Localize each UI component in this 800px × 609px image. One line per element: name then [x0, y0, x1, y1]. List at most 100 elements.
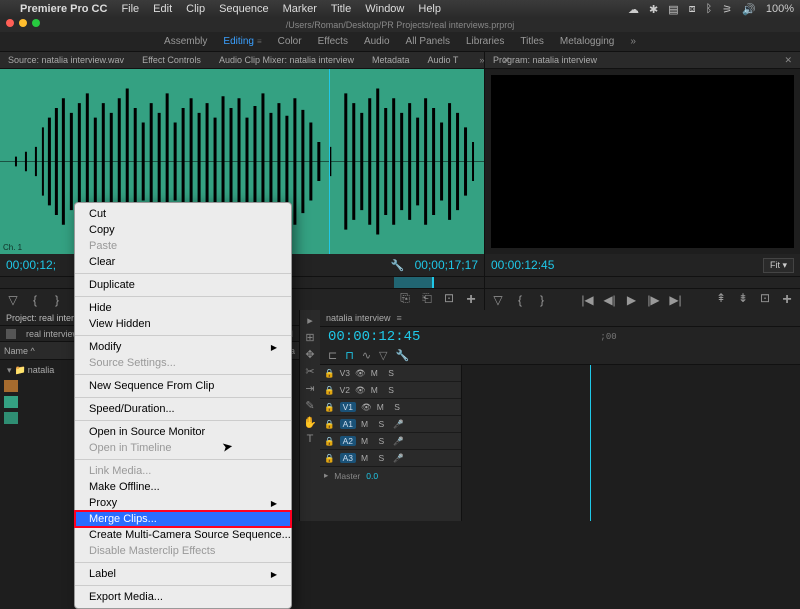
tab-source[interactable]: Source: natalia interview.wav — [8, 55, 124, 65]
timeline-timecode[interactable]: 00:00:12:45 — [328, 329, 420, 345]
menu-help[interactable]: Help — [418, 3, 441, 15]
sequence-tab[interactable]: natalia interview — [326, 313, 391, 323]
ctx-open-in-source-monitor[interactable]: Open in Source Monitor — [75, 424, 291, 440]
selection-tool-icon[interactable]: ▸ — [307, 314, 313, 327]
bluetooth-icon[interactable]: ᛒ — [706, 3, 713, 16]
source-duration-timecode[interactable]: 00;00;17;17 — [415, 258, 478, 272]
menu-sequence[interactable]: Sequence — [219, 3, 269, 15]
ws-titles[interactable]: Titles — [520, 36, 544, 47]
tab-metadata[interactable]: Metadata — [372, 55, 410, 65]
prg-add-marker-icon[interactable]: ▽ — [491, 293, 505, 307]
minimize-window-icon[interactable] — [19, 19, 27, 27]
ws-effects[interactable]: Effects — [318, 36, 348, 47]
menu-edit[interactable]: Edit — [153, 3, 172, 15]
ws-metalogging[interactable]: Metalogging — [560, 36, 614, 47]
seq-panel-menu-icon[interactable]: ≡ — [397, 313, 402, 323]
track-header-a1[interactable]: 🔒A1M S🎤 — [320, 416, 461, 433]
prg-step-back-icon[interactable]: ◀| — [603, 293, 617, 307]
track-header-v1[interactable]: 🔒V1👁M S — [320, 399, 461, 416]
nest-icon[interactable]: ⊏ — [328, 349, 337, 362]
prg-mark-out-icon[interactable]: } — [535, 293, 549, 307]
ctx-merge-clips[interactable]: Merge Clips... — [75, 511, 291, 527]
lock-icon[interactable]: 🔒 — [324, 368, 335, 379]
lock-icon[interactable]: 🔒 — [324, 419, 335, 430]
out-point-marker[interactable] — [394, 277, 434, 288]
timeline-playhead[interactable] — [590, 365, 591, 521]
markers-icon[interactable]: ▽ — [379, 349, 387, 362]
insert-icon[interactable]: ⎘ — [398, 291, 412, 309]
add-marker-icon[interactable]: ▽ — [6, 293, 20, 307]
overwrite-icon[interactable]: ⎗ — [420, 291, 434, 309]
menu-clip[interactable]: Clip — [186, 3, 205, 15]
mark-out-icon[interactable]: } — [50, 293, 64, 307]
mic-icon[interactable]: 🎤 — [393, 436, 404, 447]
panel-overflow-icon[interactable]: » — [479, 55, 484, 65]
ws-assembly[interactable]: Assembly — [164, 36, 207, 47]
export-frame-icon[interactable]: ⊡ — [442, 291, 456, 309]
wifi-icon[interactable]: ⚞ — [722, 3, 732, 16]
app-name[interactable]: Premiere Pro CC — [20, 3, 107, 15]
linked-selection-icon[interactable]: ∿ — [362, 349, 371, 362]
prg-lift-icon[interactable]: ⇞ — [714, 291, 728, 309]
source-playhead[interactable] — [329, 69, 330, 254]
tab-audio-mixer[interactable]: Audio Clip Mixer: natalia interview — [219, 55, 354, 65]
prg-play-icon[interactable]: ▶ — [625, 293, 639, 307]
ws-all-panels[interactable]: All Panels — [406, 36, 450, 47]
mark-in-icon[interactable]: { — [28, 293, 42, 307]
zoom-window-icon[interactable] — [32, 19, 40, 27]
ctx-create-multi-camera-source-sequence[interactable]: Create Multi-Camera Source Sequence... — [75, 527, 291, 543]
cloud-icon[interactable]: ☁ — [628, 3, 639, 16]
type-tool-icon[interactable]: T — [307, 433, 314, 445]
ctx-modify[interactable]: Modify — [75, 339, 291, 355]
prg-go-to-in-icon[interactable]: |◀ — [581, 293, 595, 307]
lock-icon[interactable]: 🔒 — [324, 453, 335, 464]
menu-window[interactable]: Window — [365, 3, 404, 15]
razor-tool-icon[interactable]: ✂ — [305, 365, 314, 378]
master-track[interactable]: ▸Master0.0 — [320, 467, 461, 484]
ctx-copy[interactable]: Copy — [75, 222, 291, 238]
chevron-down-icon[interactable]: ▾ — [7, 365, 12, 376]
expand-icon[interactable]: ▸ — [324, 470, 328, 481]
ctx-hide[interactable]: Hide — [75, 300, 291, 316]
ctx-proxy[interactable]: Proxy — [75, 495, 291, 511]
ctx-new-sequence-from-clip[interactable]: New Sequence From Clip — [75, 378, 291, 394]
ws-audio[interactable]: Audio — [364, 36, 390, 47]
lock-icon[interactable]: 🔒 — [324, 436, 335, 447]
program-panel-menu-icon[interactable]: ✕ — [784, 55, 792, 66]
notes-icon[interactable]: ▤ — [668, 3, 678, 16]
ws-color[interactable]: Color — [278, 36, 302, 47]
program-timecode[interactable]: 00:00:12:45 — [491, 258, 554, 272]
button-editor-icon[interactable]: + — [464, 291, 478, 309]
track-header-a2[interactable]: 🔒A2M S🎤 — [320, 433, 461, 450]
ripple-tool-icon[interactable]: ✥ — [305, 348, 314, 361]
snap-icon[interactable]: ⊓ — [345, 349, 354, 362]
track-header-v3[interactable]: 🔒V3👁M S — [320, 365, 461, 382]
ctx-export-media[interactable]: Export Media... — [75, 589, 291, 605]
pen-tool-icon[interactable]: ✎ — [305, 399, 314, 412]
ctx-cut[interactable]: Cut — [75, 206, 291, 222]
track-select-tool-icon[interactable]: ⊞ — [305, 331, 314, 344]
volume-icon[interactable]: 🔊 — [742, 3, 756, 16]
menu-title[interactable]: Title — [331, 3, 351, 15]
prg-go-to-out-icon[interactable]: ▶| — [669, 293, 683, 307]
mic-icon[interactable]: 🎤 — [393, 419, 404, 430]
ctx-clear[interactable]: Clear — [75, 254, 291, 270]
prg-step-forward-icon[interactable]: |▶ — [647, 293, 661, 307]
tab-effect-controls[interactable]: Effect Controls — [142, 55, 201, 65]
dropbox-icon[interactable]: ⧈ — [689, 3, 696, 16]
ctx-duplicate[interactable]: Duplicate — [75, 277, 291, 293]
hand-tool-icon[interactable]: ✋ — [303, 416, 317, 429]
ctx-view-hidden[interactable]: View Hidden — [75, 316, 291, 332]
ctx-make-offline[interactable]: Make Offline... — [75, 479, 291, 495]
wrench-icon[interactable]: 🔧 — [391, 259, 405, 272]
ws-overflow-icon[interactable]: » — [630, 36, 636, 47]
prg-button-editor-icon[interactable]: + — [780, 291, 794, 309]
battery-pct[interactable]: 100% — [766, 3, 794, 16]
menu-marker[interactable]: Marker — [283, 3, 317, 15]
lock-icon[interactable]: 🔒 — [324, 402, 335, 413]
evernote-icon[interactable]: ✱ — [649, 3, 658, 16]
program-ruler[interactable] — [485, 276, 800, 288]
slip-tool-icon[interactable]: ⇥ — [305, 382, 314, 395]
ctx-speed-duration[interactable]: Speed/Duration... — [75, 401, 291, 417]
zoom-dropdown[interactable]: Fit ▾ — [763, 258, 794, 273]
